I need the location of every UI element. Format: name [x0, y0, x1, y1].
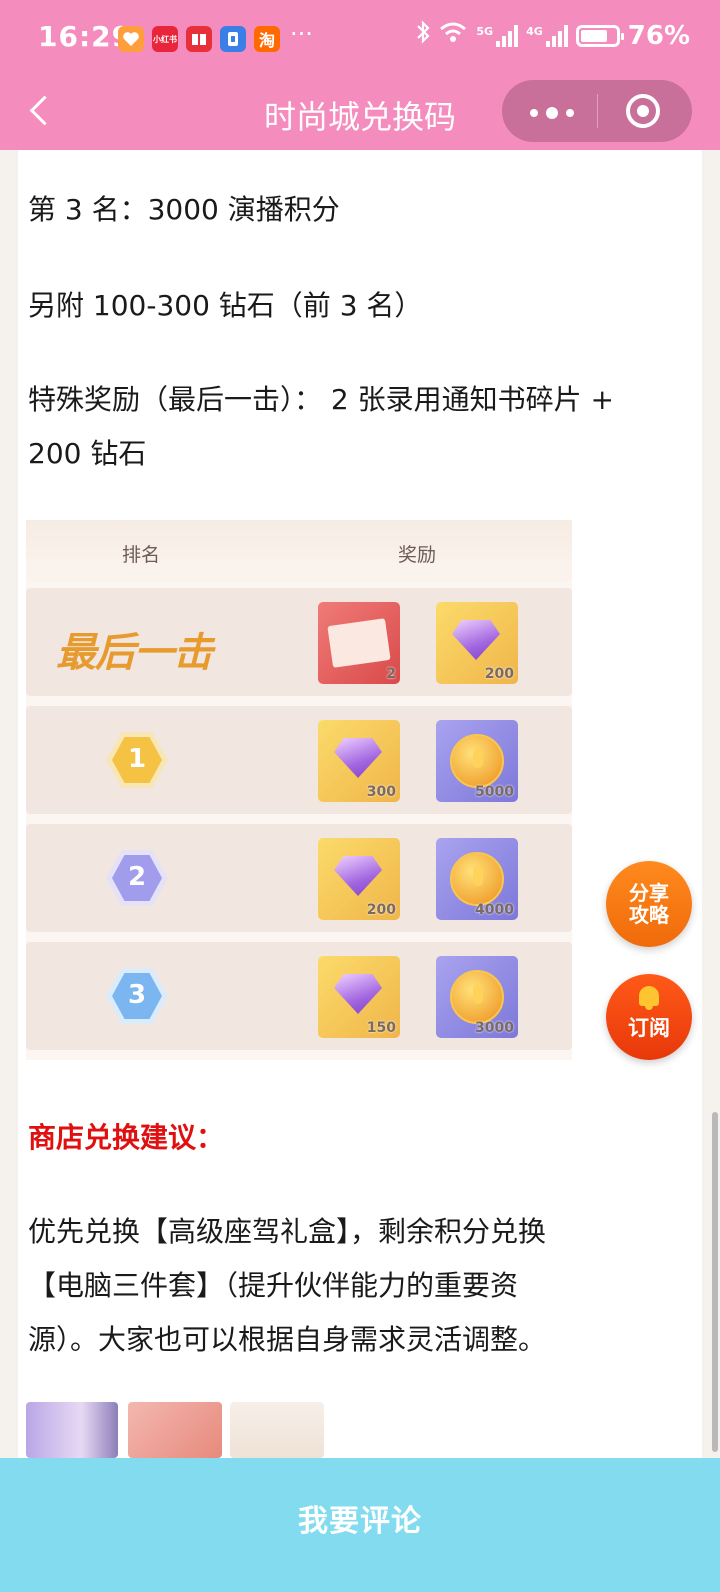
rank-number: 2 — [127, 862, 147, 892]
network-5g-label: 5G — [476, 24, 494, 38]
reward-amount: 2 — [386, 666, 396, 682]
bell-icon — [636, 986, 662, 1010]
special-reward-text-2: 200 钻石 — [28, 437, 147, 470]
xiaohongshu-app-icon: 小红书 — [152, 26, 178, 52]
last-hit-label: 最后一击 — [56, 630, 213, 676]
capsule-divider — [597, 94, 598, 128]
comment-button-label: 我要评论 — [298, 1504, 422, 1539]
subscribe-button[interactable]: 订阅 — [606, 974, 692, 1060]
header-reward: 奖励 — [398, 544, 437, 566]
scrollbar[interactable] — [712, 1112, 718, 1452]
reward-amount: 200 — [484, 666, 514, 682]
more-notifications-icon: ··· — [290, 20, 313, 48]
signal-5g-icon: 5G — [476, 24, 519, 47]
reward-amount: 300 — [366, 784, 396, 800]
diamond-icon — [334, 974, 382, 1014]
related-thumbnail[interactable] — [230, 1402, 324, 1458]
reward-amount: 3000 — [475, 1020, 514, 1036]
special-reward-text-1: 特殊奖励（最后一击）： 2 张录用通知书碎片 + — [28, 383, 614, 416]
bluetooth-icon — [416, 20, 430, 51]
rank-3-badge: 3 — [106, 968, 168, 1024]
shop-advice-line-2: 【电脑三件套】（提升伙伴能力的重要资 — [28, 1269, 519, 1302]
offer-fragment-tile: 2 — [318, 602, 400, 684]
comment-bar[interactable]: 我要评论 — [0, 1458, 720, 1592]
reward-amount: 5000 — [475, 784, 514, 800]
share-label-line2: 攻略 — [629, 903, 669, 927]
microphone-coin-icon — [450, 970, 504, 1024]
share-guide-button[interactable]: 分享 攻略 — [606, 861, 692, 947]
diamond-icon — [334, 856, 382, 896]
rank-1-badge: 1 — [106, 732, 168, 788]
battery-icon — [575, 24, 624, 47]
subscribe-label: 订阅 — [628, 1016, 670, 1040]
more-options-button[interactable] — [530, 107, 574, 119]
network-4g-label: 4G — [526, 24, 543, 38]
taobao-app-icon: 淘 — [254, 26, 280, 52]
reward-table-header: 排名 奖励 — [26, 520, 572, 582]
article-content: 第 3 名：3000 演播积分 另附 100-300 钻石（前 3 名） 特殊奖… — [18, 150, 702, 1458]
reward-row-rank-1: 1 300 5000 — [26, 706, 572, 814]
miniprogram-capsule — [502, 80, 692, 142]
rank3-reward-text: 第 3 名：3000 演播积分 — [28, 193, 340, 226]
rank-number: 3 — [127, 980, 147, 1010]
diamond-tile: 200 — [318, 838, 400, 920]
signal-4g-icon: 4G — [526, 24, 568, 47]
rank-2-badge: 2 — [106, 850, 168, 906]
offer-card-icon — [327, 618, 391, 668]
diamond-tile: 150 — [318, 956, 400, 1038]
related-thumbnail[interactable] — [128, 1402, 222, 1458]
related-thumbnail[interactable] — [26, 1402, 118, 1458]
reward-row-rank-2: 2 200 4000 — [26, 824, 572, 932]
coin-tile: 3000 — [436, 956, 518, 1038]
close-miniprogram-button[interactable] — [626, 94, 660, 128]
diamond-icon — [452, 620, 500, 660]
share-label-line1: 分享 — [629, 881, 669, 905]
extra-reward-text: 另附 100-300 钻石（前 3 名） — [28, 289, 423, 322]
nav-bar: 时尚城兑换码 — [0, 78, 720, 150]
battery-percent: 76% — [627, 20, 690, 51]
diamond-icon — [334, 738, 382, 778]
diamond-tile: 300 — [318, 720, 400, 802]
header-rank: 排名 — [122, 544, 161, 566]
wifi-icon — [438, 20, 468, 51]
rank-number: 1 — [127, 744, 147, 774]
heart-app-icon — [118, 26, 144, 52]
diamond-tile: 200 — [436, 602, 518, 684]
book-app-icon — [186, 26, 212, 52]
microphone-coin-icon — [450, 852, 504, 906]
coin-tile: 5000 — [436, 720, 518, 802]
coin-tile: 4000 — [436, 838, 518, 920]
reward-amount: 4000 — [475, 902, 514, 918]
reward-amount: 200 — [366, 902, 396, 918]
shop-heading: 商店兑换建议： — [28, 1121, 225, 1154]
microphone-coin-icon — [450, 734, 504, 788]
doc-app-icon — [220, 26, 246, 52]
shop-advice-line-1: 优先兑换【高级座驾礼盒】，剩余积分兑换 — [28, 1215, 547, 1248]
status-bar: 16:29 小红书 淘 ··· 5G 4G 76% — [0, 0, 720, 78]
status-right: 5G 4G 76% — [416, 20, 690, 51]
reward-row-last-hit: 最后一击 2 200 — [26, 588, 572, 696]
reward-row-rank-3: 3 150 3000 — [26, 942, 572, 1050]
reward-amount: 150 — [366, 1020, 396, 1036]
shop-advice-line-3: 源）。大家也可以根据自身需求灵活调整。 — [28, 1323, 547, 1356]
reward-table-image[interactable]: 排名 奖励 最后一击 2 200 1 300 5000 2 200 4000 3… — [26, 520, 572, 1060]
